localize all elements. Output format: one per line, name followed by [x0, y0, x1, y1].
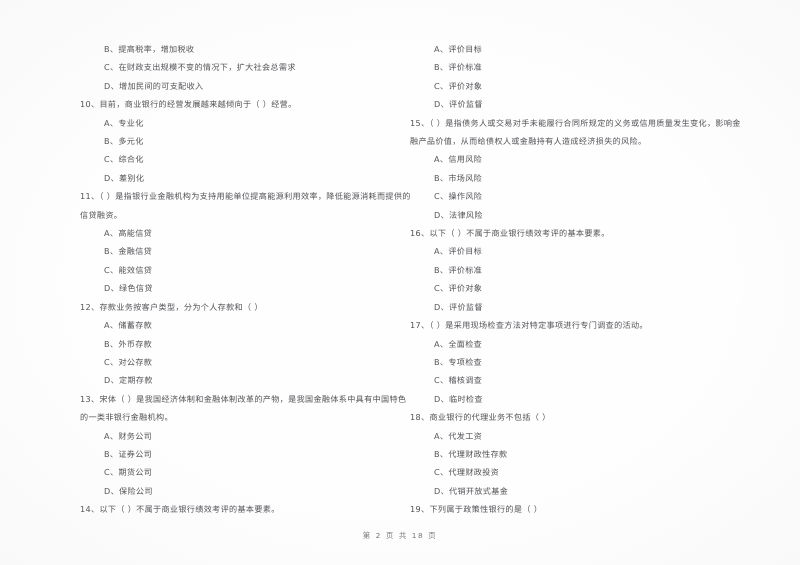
document-page: B、提高税率，增加税收 C、在财政支出规模不变的情况下，扩大社会总需求 D、增加民间… — [0, 0, 800, 565]
answer-option[interactable]: C、评价对象 — [410, 77, 745, 95]
question-text: 13、宋体（ ）是我国经济体制和金融体制改革的产物，是我国金融体系中具有中国特色 — [80, 393, 407, 404]
answer-option[interactable]: B、金融信贷 — [80, 242, 394, 260]
question-text-continued: 的一类非银行金融机构。 — [80, 412, 173, 423]
answer-option[interactable]: D、法律风险 — [410, 206, 745, 224]
answer-option[interactable]: C、在财政支出规模不变的情况下，扩大社会总需求 — [80, 58, 394, 76]
question-text: 15、（ ）是指债务人或交易对手未能履行合同所规定的义务或信用质量发生变化，影响… — [410, 117, 741, 128]
answer-option[interactable]: B、代理财政性存款 — [410, 445, 745, 463]
answer-option[interactable]: C、稽核调查 — [410, 371, 745, 389]
answer-option[interactable]: A、专业化 — [80, 114, 394, 132]
question-text: 17、（ ）是采用现场检查方法对特定事项进行专门调查的活动。 — [410, 320, 648, 331]
answer-option[interactable]: D、差别化 — [80, 169, 394, 187]
question-text-continued: 融产品价值，从而给债权人或金融持有人造成经济损失的风险。 — [410, 136, 647, 147]
answer-option[interactable]: B、证券公司 — [80, 445, 394, 463]
two-column-body: B、提高税率，增加税收 C、在财政支出规模不变的情况下，扩大社会总需求 D、增加民间… — [0, 0, 800, 514]
answer-option[interactable]: B、市场风险 — [410, 169, 745, 187]
answer-option[interactable]: C、能效信贷 — [80, 261, 394, 279]
answer-option[interactable]: C、综合化 — [80, 150, 394, 168]
right-column: A、评价目标 B、评价标准 C、评价对象 D、评价监督 15、（ ）是指债务人或交易对手… — [400, 0, 800, 514]
answer-option[interactable]: C、代理财政投资 — [410, 463, 745, 481]
answer-option[interactable]: A、信用风险 — [410, 150, 745, 168]
answer-option[interactable]: A、代发工资 — [410, 427, 745, 445]
question-text: 14、以下（ ）不属于商业银行绩效考评的基本要素。 — [80, 504, 280, 515]
answer-option[interactable]: D、临时检查 — [410, 390, 745, 408]
answer-option[interactable]: C、对公存款 — [80, 353, 394, 371]
question-text: 11、（ ）是指银行业金融机构为支持用能单位提高能源利用效率，降低能源消耗而提供… — [80, 191, 411, 202]
answer-option[interactable]: D、增加民间的可支配收入 — [80, 77, 394, 95]
question-text: 10、目前，商业银行的经营发展越来越倾向于（ ）经营。 — [80, 99, 297, 110]
page-footer: 第 2 页 共 18 页 — [362, 531, 438, 540]
question-text: 18、商业银行的代理业务不包括（ ） — [410, 412, 551, 423]
answer-option[interactable]: A、高能信贷 — [80, 224, 394, 242]
answer-option[interactable]: A、评价目标 — [410, 242, 745, 260]
answer-option[interactable]: C、评价对象 — [410, 279, 745, 297]
answer-option[interactable]: D、评价监督 — [410, 298, 745, 316]
question-text: 19、下列属于政策性银行的是（ ） — [410, 504, 543, 515]
answer-option[interactable]: D、定期存款 — [80, 371, 394, 389]
answer-option[interactable]: D、绿色信贷 — [80, 279, 394, 297]
question-text-continued: 信贷融资。 — [80, 209, 123, 220]
answer-option[interactable]: B、外币存款 — [80, 335, 394, 353]
answer-option[interactable]: B、提高税率，增加税收 — [80, 40, 394, 58]
answer-option[interactable]: B、专项检查 — [410, 353, 745, 371]
left-column: B、提高税率，增加税收 C、在财政支出规模不变的情况下，扩大社会总需求 D、增加民间… — [0, 0, 411, 514]
answer-option[interactable]: C、操作风险 — [410, 187, 745, 205]
answer-option[interactable]: A、财务公司 — [80, 427, 394, 445]
answer-option[interactable]: A、储蓄存款 — [80, 316, 394, 334]
question-text: 16、以下（ ）不属于商业银行绩效考评的基本要素。 — [410, 228, 610, 239]
answer-option[interactable]: D、代销开放式基金 — [410, 482, 745, 500]
answer-option[interactable]: A、全面检查 — [410, 335, 745, 353]
answer-option[interactable]: B、多元化 — [80, 132, 394, 150]
answer-option[interactable]: D、保险公司 — [80, 482, 394, 500]
answer-option[interactable]: B、评价标准 — [410, 261, 745, 279]
answer-option[interactable]: B、评价标准 — [410, 58, 745, 76]
question-text: 12、存款业务按客户类型，分为个人存款和（ ） — [80, 301, 263, 312]
answer-option[interactable]: D、评价监督 — [410, 95, 745, 113]
answer-option[interactable]: C、期货公司 — [80, 463, 394, 481]
answer-option[interactable]: A、评价目标 — [410, 40, 745, 58]
